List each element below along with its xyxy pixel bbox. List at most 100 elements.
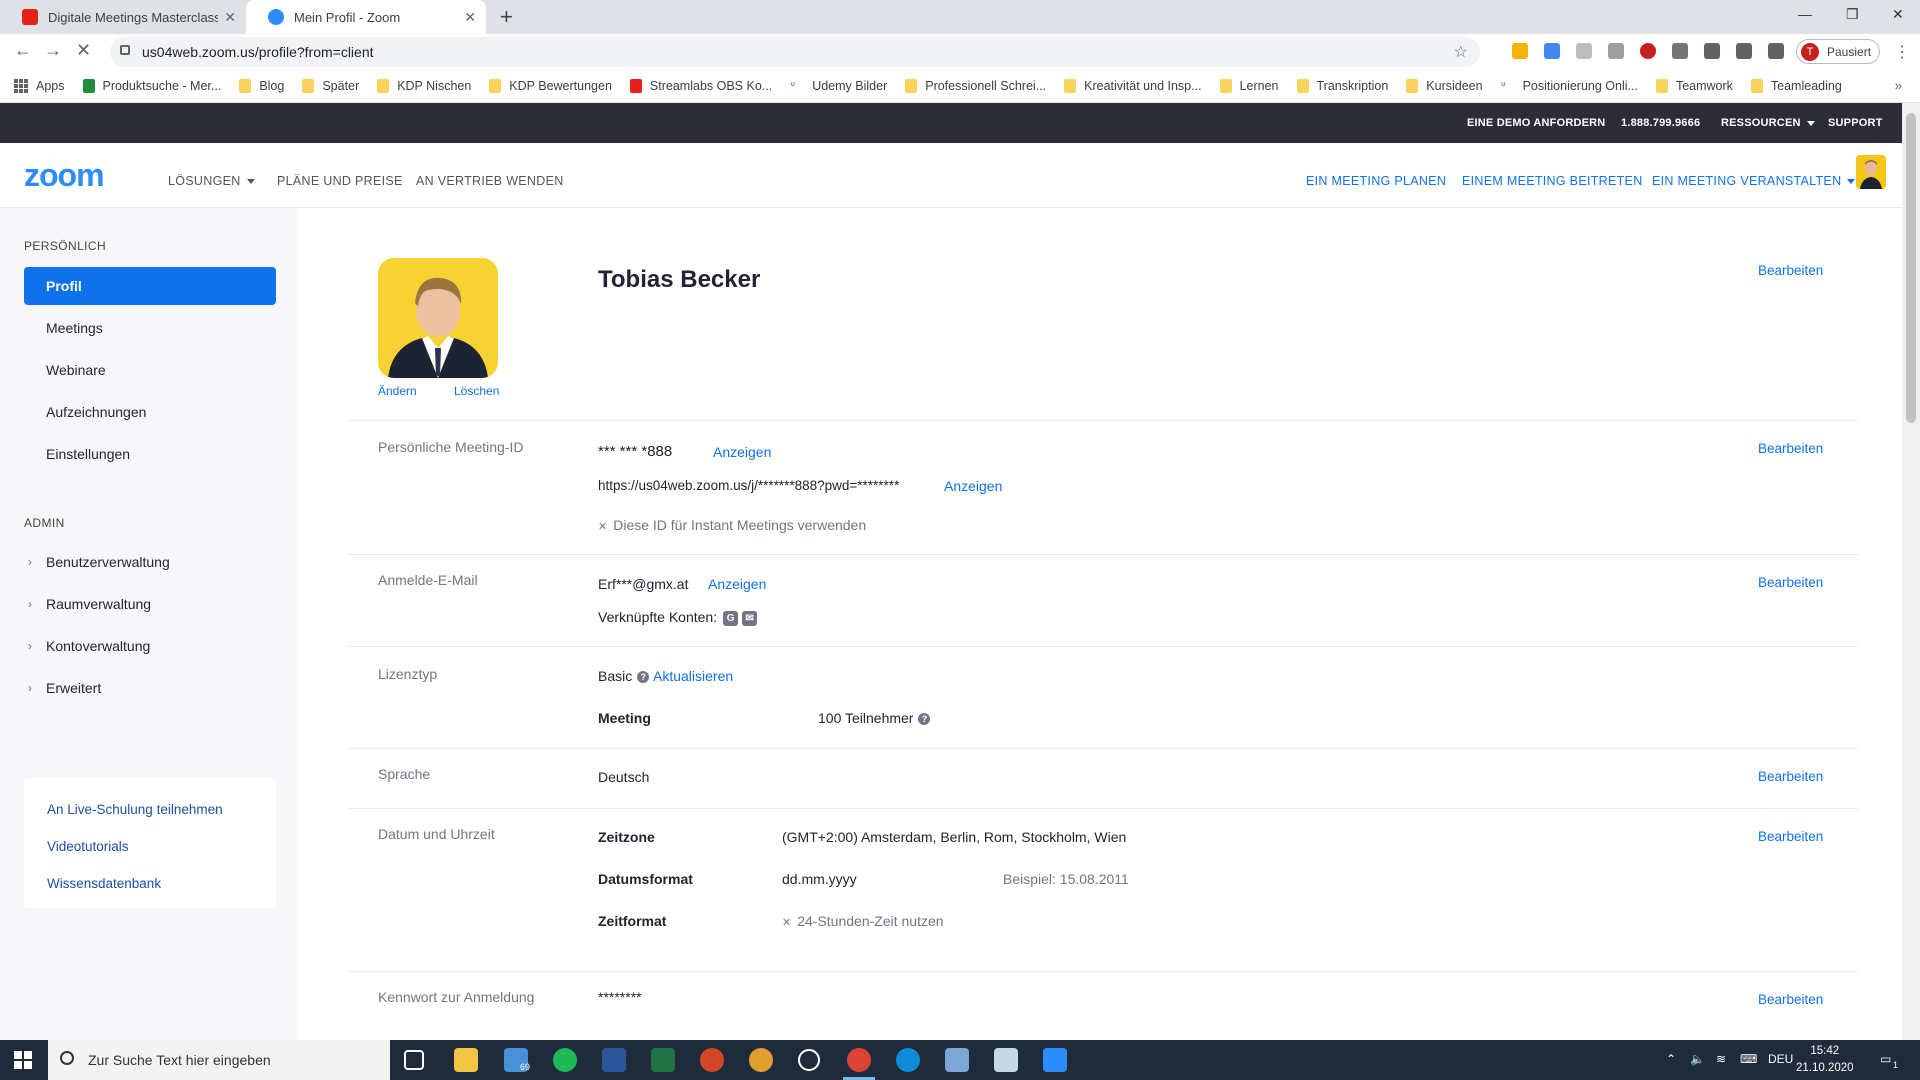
change-photo-link[interactable]: Ändern [378, 384, 417, 398]
new-tab-icon[interactable]: + [500, 4, 513, 30]
zoom-logo[interactable]: zoom [24, 157, 105, 194]
chrome-icon[interactable] [847, 1048, 871, 1072]
task-view-icon[interactable] [404, 1050, 424, 1070]
extension-icon[interactable] [1608, 43, 1624, 59]
bookmark-star-icon[interactable]: ☆ [1454, 42, 1468, 62]
taskbar-search[interactable]: Zur Suche Text hier eingeben [48, 1040, 390, 1080]
bookmark-folder[interactable]: Blog [239, 79, 284, 93]
bookmark-folder[interactable]: Professionell Schrei... [905, 79, 1046, 93]
upgrade-link[interactable]: Aktualisieren [653, 668, 733, 684]
user-avatar[interactable] [1856, 155, 1886, 189]
bookmark-item[interactable]: Streamlabs OBS Ko... [629, 79, 772, 93]
bookmark-folder[interactable]: Kreativität und Insp... [1064, 79, 1202, 93]
spotify-icon[interactable] [553, 1048, 577, 1072]
edit-email-button[interactable]: Bearbeiten [1758, 575, 1823, 590]
show-meeting-id-link[interactable]: Anzeigen [713, 444, 771, 460]
bookmark-item[interactable]: ᐡ Udemy Bilder [790, 79, 887, 94]
close-tab-icon[interactable]: ✕ [464, 9, 476, 26]
show-meeting-link-link[interactable]: Anzeigen [944, 478, 1002, 494]
bookmark-folder[interactable]: Transkription [1296, 79, 1388, 93]
adblock-icon[interactable] [1640, 43, 1656, 59]
notification-icon[interactable]: ▭ [1880, 1052, 1891, 1066]
app-icon[interactable] [945, 1048, 969, 1072]
restore-icon[interactable]: ❐ [1846, 6, 1859, 23]
delete-photo-link[interactable]: Löschen [454, 384, 499, 398]
bookmark-item[interactable]: ᐡ Positionierung Onli... [1501, 79, 1638, 94]
bookmark-folder[interactable]: Kursideen [1406, 79, 1483, 93]
bookmark-folder[interactable]: Teamwork [1655, 79, 1733, 93]
page-scrollbar[interactable] [1902, 103, 1920, 1040]
sidebar-item-settings[interactable]: Einstellungen [24, 435, 276, 473]
extension-grid-icon[interactable] [1672, 43, 1688, 59]
help-icon[interactable]: ? [918, 713, 931, 726]
network-icon[interactable]: ≋ [1716, 1052, 1726, 1066]
keyboard-icon[interactable]: ⌨ [1740, 1052, 1757, 1066]
sidebar-item-room-management[interactable]: › Raumverwaltung [24, 585, 276, 623]
back-icon[interactable]: ← [14, 40, 32, 61]
tray-overflow-icon[interactable]: ⌃ [1666, 1052, 1676, 1066]
bookmark-folder[interactable]: Teamleading [1750, 79, 1842, 93]
loading-icon[interactable]: ✕ [76, 40, 91, 61]
help-icon[interactable]: ? [637, 671, 650, 684]
live-training-link[interactable]: An Live-Schulung teilnehmen [47, 802, 223, 817]
taskbar-clock[interactable]: 15:42 21.10.2020 [1796, 1043, 1854, 1077]
plans-link[interactable]: PLÄNE UND PREISE [277, 174, 403, 188]
volume-icon[interactable]: 🔈 [1690, 1052, 1705, 1066]
video-tutorials-link[interactable]: Videotutorials [47, 839, 129, 854]
bookmark-folder[interactable]: KDP Nischen [377, 79, 471, 93]
edit-datetime-button[interactable]: Bearbeiten [1758, 829, 1823, 844]
scrollbar-thumb[interactable] [1906, 113, 1916, 423]
excel-icon[interactable] [651, 1048, 675, 1072]
browser-tab-zoom[interactable]: Mein Profil - Zoom ✕ [246, 0, 486, 34]
file-explorer-icon[interactable] [454, 1048, 478, 1072]
minimize-icon[interactable]: — [1798, 6, 1812, 22]
eyedropper-icon[interactable] [1704, 43, 1720, 59]
request-demo-link[interactable]: EINE DEMO ANFORDERN [1467, 117, 1605, 129]
edit-meeting-id-button[interactable]: Bearbeiten [1758, 441, 1823, 456]
address-bar[interactable]: us04web.zoom.us/profile?from=client ☆ [110, 37, 1480, 67]
bookmarks-overflow-icon[interactable]: » [1895, 78, 1902, 93]
sidebar-item-account-management[interactable]: › Kontoverwaltung [24, 627, 276, 665]
extension-iq-icon[interactable] [1544, 43, 1560, 59]
powerpoint-icon[interactable] [700, 1048, 724, 1072]
windows-start-icon[interactable] [14, 1051, 32, 1069]
contact-sales-link[interactable]: AN VERTRIEB WENDEN [416, 174, 564, 188]
sidebar-item-profile[interactable]: Profil [24, 267, 276, 305]
join-meeting-link[interactable]: EINEM MEETING BEITRETEN [1462, 174, 1643, 188]
language-indicator[interactable]: DEU [1768, 1052, 1793, 1066]
edge-icon[interactable] [896, 1048, 920, 1072]
sidebar-item-webinars[interactable]: Webinare [24, 351, 276, 389]
resources-menu[interactable]: RESSOURCEN [1721, 117, 1815, 129]
forward-icon[interactable]: → [44, 40, 62, 61]
host-meeting-menu[interactable]: EIN MEETING VERANSTALTEN [1652, 174, 1856, 188]
sidebar-item-user-management[interactable]: › Benutzerverwaltung [24, 543, 276, 581]
edit-language-button[interactable]: Bearbeiten [1758, 769, 1823, 784]
bookmark-folder[interactable]: KDP Bewertungen [489, 79, 612, 93]
zoom-app-icon[interactable] [1043, 1048, 1067, 1072]
browser-menu-icon[interactable]: ⋮ [1894, 42, 1910, 62]
edit-name-button[interactable]: Bearbeiten [1758, 263, 1823, 278]
edit-password-button[interactable]: Bearbeiten [1758, 992, 1823, 1007]
show-email-link[interactable]: Anzeigen [708, 576, 766, 592]
bookmark-apps[interactable]: Apps [14, 79, 65, 93]
knowledge-base-link[interactable]: Wissensdatenbank [47, 876, 161, 891]
sidebar-item-advanced[interactable]: › Erweitert [24, 669, 276, 707]
fullscreen-icon[interactable] [1736, 43, 1752, 59]
window-close-icon[interactable]: ✕ [1892, 6, 1904, 23]
extension-icon[interactable] [1576, 43, 1592, 59]
bookmark-folder[interactable]: Lernen [1219, 79, 1279, 93]
word-icon[interactable] [602, 1048, 626, 1072]
solutions-menu[interactable]: LÖSUNGEN [168, 174, 255, 188]
sidebar-item-recordings[interactable]: Aufzeichnungen [24, 393, 276, 431]
bookmark-folder[interactable]: Später [302, 79, 359, 93]
app-icon[interactable] [994, 1048, 1018, 1072]
profile-button[interactable]: T Pausiert [1796, 39, 1880, 64]
extension-icon[interactable] [1512, 43, 1528, 59]
sidebar-item-meetings[interactable]: Meetings [24, 309, 276, 347]
support-link[interactable]: SUPPORT [1828, 117, 1883, 129]
bookmark-item[interactable]: Produktsuche - Mer... [82, 79, 221, 93]
browser-tab-udemy[interactable]: Digitale Meetings Masterclass: Be ✕ [0, 0, 246, 34]
obs-icon[interactable] [798, 1049, 820, 1071]
schedule-meeting-link[interactable]: EIN MEETING PLANEN [1306, 174, 1446, 188]
extensions-puzzle-icon[interactable] [1768, 43, 1784, 59]
